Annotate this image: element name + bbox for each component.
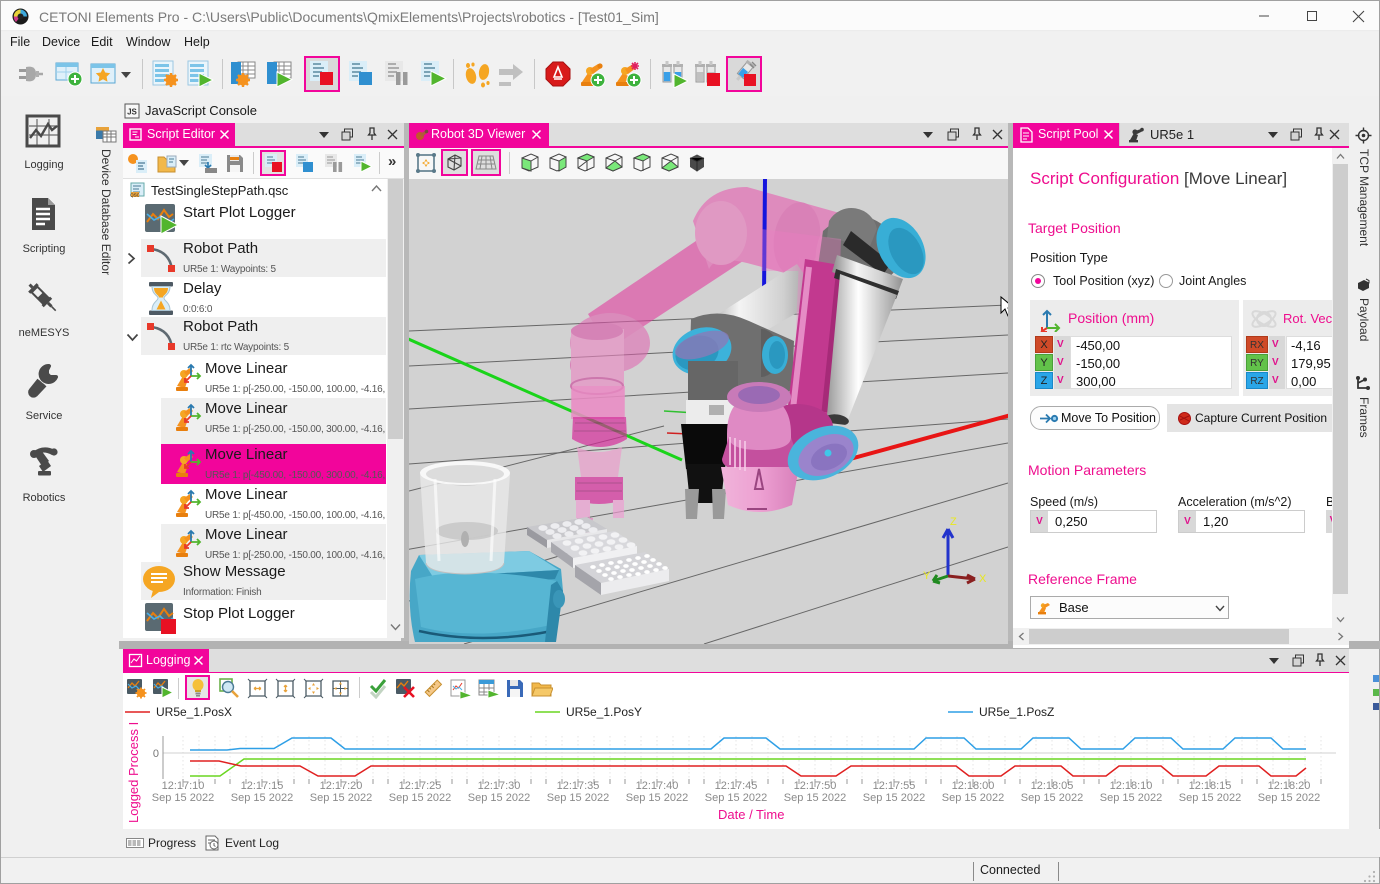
svg-text:QSC: QSC (130, 193, 141, 198)
svg-text:Sep 15 2022: Sep 15 2022 (942, 792, 1004, 804)
svg-text:Z: Z (950, 516, 957, 528)
svg-text:12:17:50: 12:17:50 (794, 780, 837, 792)
svg-text:12:17:20: 12:17:20 (320, 780, 363, 792)
svg-text:Sep 15 2022: Sep 15 2022 (1100, 792, 1162, 804)
svg-text:Y: Y (923, 570, 931, 582)
svg-text:Sep 15 2022: Sep 15 2022 (1021, 792, 1083, 804)
svg-text:Sep 15 2022: Sep 15 2022 (784, 792, 846, 804)
svg-text:Sep 15 2022: Sep 15 2022 (152, 792, 214, 804)
svg-text:JS: JS (127, 108, 137, 117)
svg-text:Sep 15 2022: Sep 15 2022 (1179, 792, 1241, 804)
svg-text:12:17:15: 12:17:15 (241, 780, 284, 792)
svg-text:12:17:45: 12:17:45 (715, 780, 758, 792)
svg-text:Sep 15 2022: Sep 15 2022 (310, 792, 372, 804)
svg-text:12:17:30: 12:17:30 (478, 780, 521, 792)
svg-text:Sep 15 2022: Sep 15 2022 (1258, 792, 1320, 804)
svg-text:0: 0 (153, 748, 159, 760)
svg-text:12:18:20: 12:18:20 (1268, 780, 1311, 792)
svg-text:Sep 15 2022: Sep 15 2022 (547, 792, 609, 804)
svg-text:Sep 15 2022: Sep 15 2022 (468, 792, 530, 804)
svg-text:12:18:05: 12:18:05 (1031, 780, 1074, 792)
svg-text:12:18:15: 12:18:15 (1189, 780, 1232, 792)
svg-text:Sep 15 2022: Sep 15 2022 (389, 792, 451, 804)
svg-text:12:18:10: 12:18:10 (1110, 780, 1153, 792)
svg-text:12:18:00: 12:18:00 (952, 780, 995, 792)
svg-text:12:17:55: 12:17:55 (873, 780, 916, 792)
svg-text:12:17:25: 12:17:25 (399, 780, 442, 792)
svg-text:X: X (979, 573, 987, 585)
svg-text:12:17:35: 12:17:35 (557, 780, 600, 792)
svg-text:Sep 15 2022: Sep 15 2022 (705, 792, 767, 804)
svg-text:Sep 15 2022: Sep 15 2022 (626, 792, 688, 804)
svg-text:12:17:10: 12:17:10 (162, 780, 205, 792)
svg-text:Sep 15 2022: Sep 15 2022 (231, 792, 293, 804)
svg-text:12:17:40: 12:17:40 (636, 780, 679, 792)
svg-text:Sep 15 2022: Sep 15 2022 (863, 792, 925, 804)
